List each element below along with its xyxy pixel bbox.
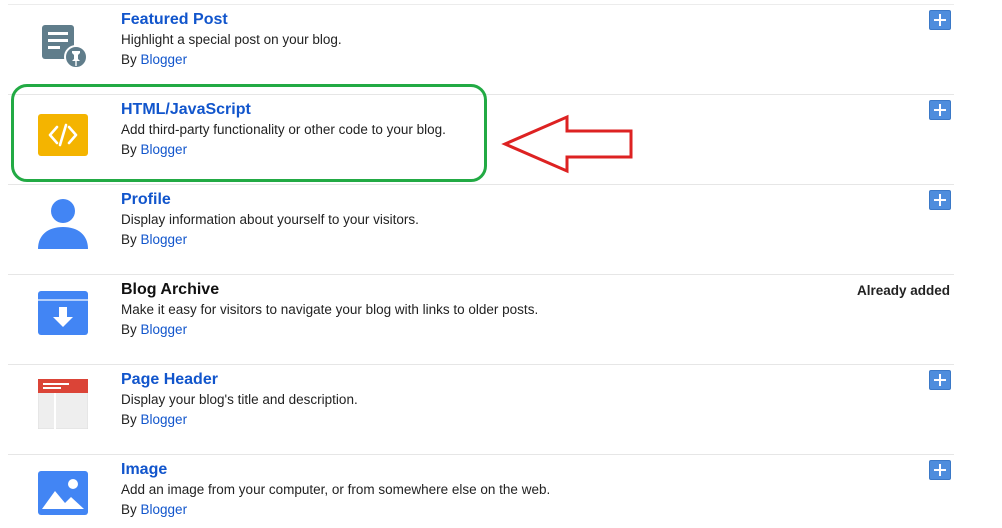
- red-arrow-icon: [501, 114, 633, 174]
- by-label: By: [121, 502, 137, 517]
- archive-icon: [38, 289, 88, 339]
- author-link[interactable]: Blogger: [141, 232, 188, 247]
- add-html-javascript-button[interactable]: [929, 100, 951, 120]
- gadget-info: Page Header Display your blog's title an…: [121, 370, 854, 429]
- gadget-description: Display your blog's title and descriptio…: [121, 392, 358, 407]
- gadget-info: Blog Archive Make it easy for visitors t…: [121, 280, 854, 339]
- gadget-author-line: By Blogger: [121, 51, 854, 69]
- gadget-row-featured-post: Featured Post Highlight a special post o…: [8, 4, 954, 94]
- gadget-title-link[interactable]: HTML/JavaScript: [121, 100, 854, 119]
- image-icon: [38, 469, 88, 519]
- by-label: By: [121, 232, 137, 247]
- gadget-author-line: By Blogger: [121, 141, 854, 159]
- gadget-info: Profile Display information about yourse…: [121, 190, 854, 249]
- gadget-author-line: By Blogger: [121, 231, 854, 249]
- gadget-info: Featured Post Highlight a special post o…: [121, 10, 854, 69]
- gadget-author-line: By Blogger: [121, 411, 854, 429]
- by-label: By: [121, 322, 137, 337]
- add-page-header-button[interactable]: [929, 370, 951, 390]
- gadget-title: Blog Archive: [121, 281, 220, 298]
- author-link[interactable]: Blogger: [141, 502, 188, 517]
- gadget-description: Highlight a special post on your blog.: [121, 32, 342, 47]
- gadget-description: Make it easy for visitors to navigate yo…: [121, 302, 539, 317]
- gadget-author-line: By Blogger: [121, 501, 854, 519]
- gadget-description: Display information about yourself to yo…: [121, 212, 419, 227]
- by-label: By: [121, 412, 137, 427]
- add-image-button[interactable]: [929, 460, 951, 480]
- add-gadget-page: Featured Post Highlight a special post o…: [0, 0, 1002, 528]
- gadget-row-html-javascript: HTML/JavaScript Add third-party function…: [8, 94, 954, 184]
- by-label: By: [121, 52, 137, 67]
- gadget-row-profile: Profile Display information about yourse…: [8, 184, 954, 274]
- add-featured-post-button[interactable]: [929, 10, 951, 30]
- already-added-status: Already added: [856, 283, 950, 298]
- featured-post-icon: [38, 19, 88, 69]
- by-label: By: [121, 142, 137, 157]
- gadget-author-line: By Blogger: [121, 321, 854, 339]
- gadget-row-page-header: Page Header Display your blog's title an…: [8, 364, 954, 454]
- gadget-row-blog-archive: Blog Archive Make it easy for visitors t…: [8, 274, 954, 364]
- gadget-info: HTML/JavaScript Add third-party function…: [121, 100, 854, 159]
- gadget-description: Add third-party functionality or other c…: [121, 122, 446, 137]
- gadget-description: Add an image from your computer, or from…: [121, 482, 551, 497]
- author-link[interactable]: Blogger: [141, 412, 188, 427]
- add-profile-button[interactable]: [929, 190, 951, 210]
- profile-icon: [38, 199, 88, 249]
- gadget-title-link[interactable]: Featured Post: [121, 10, 854, 29]
- gadget-list: Featured Post Highlight a special post o…: [8, 4, 954, 528]
- gadget-title-link[interactable]: Profile: [121, 190, 854, 209]
- author-link[interactable]: Blogger: [141, 322, 188, 337]
- gadget-title-link[interactable]: Page Header: [121, 370, 854, 389]
- gadget-info: Image Add an image from your computer, o…: [121, 460, 854, 519]
- gadget-row-image: Image Add an image from your computer, o…: [8, 454, 954, 528]
- author-link[interactable]: Blogger: [141, 142, 188, 157]
- code-icon: [38, 109, 88, 159]
- author-link[interactable]: Blogger: [141, 52, 188, 67]
- page-header-icon: [37, 378, 89, 430]
- gadget-title-link[interactable]: Image: [121, 460, 854, 479]
